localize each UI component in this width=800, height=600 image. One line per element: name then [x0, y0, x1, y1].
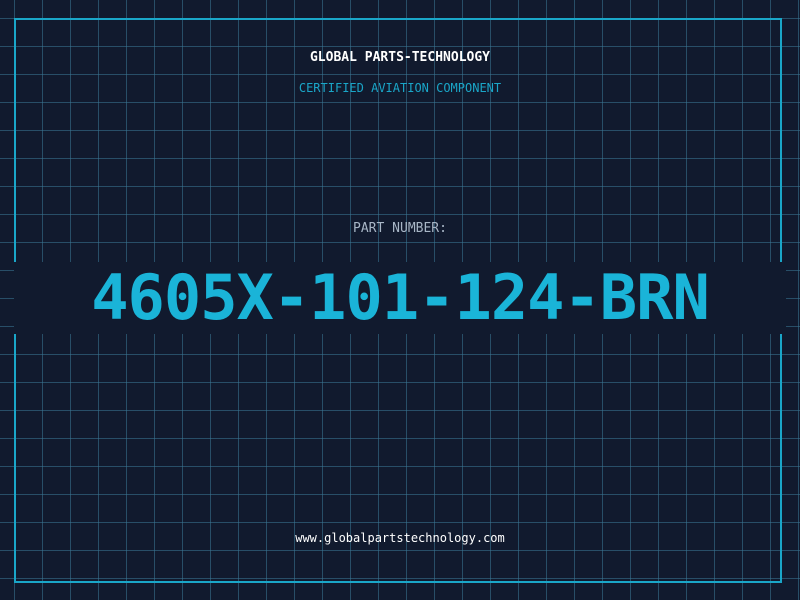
- website-url: www.globalpartstechnology.com: [295, 531, 505, 545]
- tagline: CERTIFIED AVIATION COMPONENT: [298, 81, 502, 95]
- brand-title: GLOBAL PARTS-TECHNOLOGY: [309, 50, 490, 65]
- part-number-label: PART NUMBER:: [353, 221, 447, 236]
- part-number-value: 4605X-101-124-BRN: [91, 261, 710, 334]
